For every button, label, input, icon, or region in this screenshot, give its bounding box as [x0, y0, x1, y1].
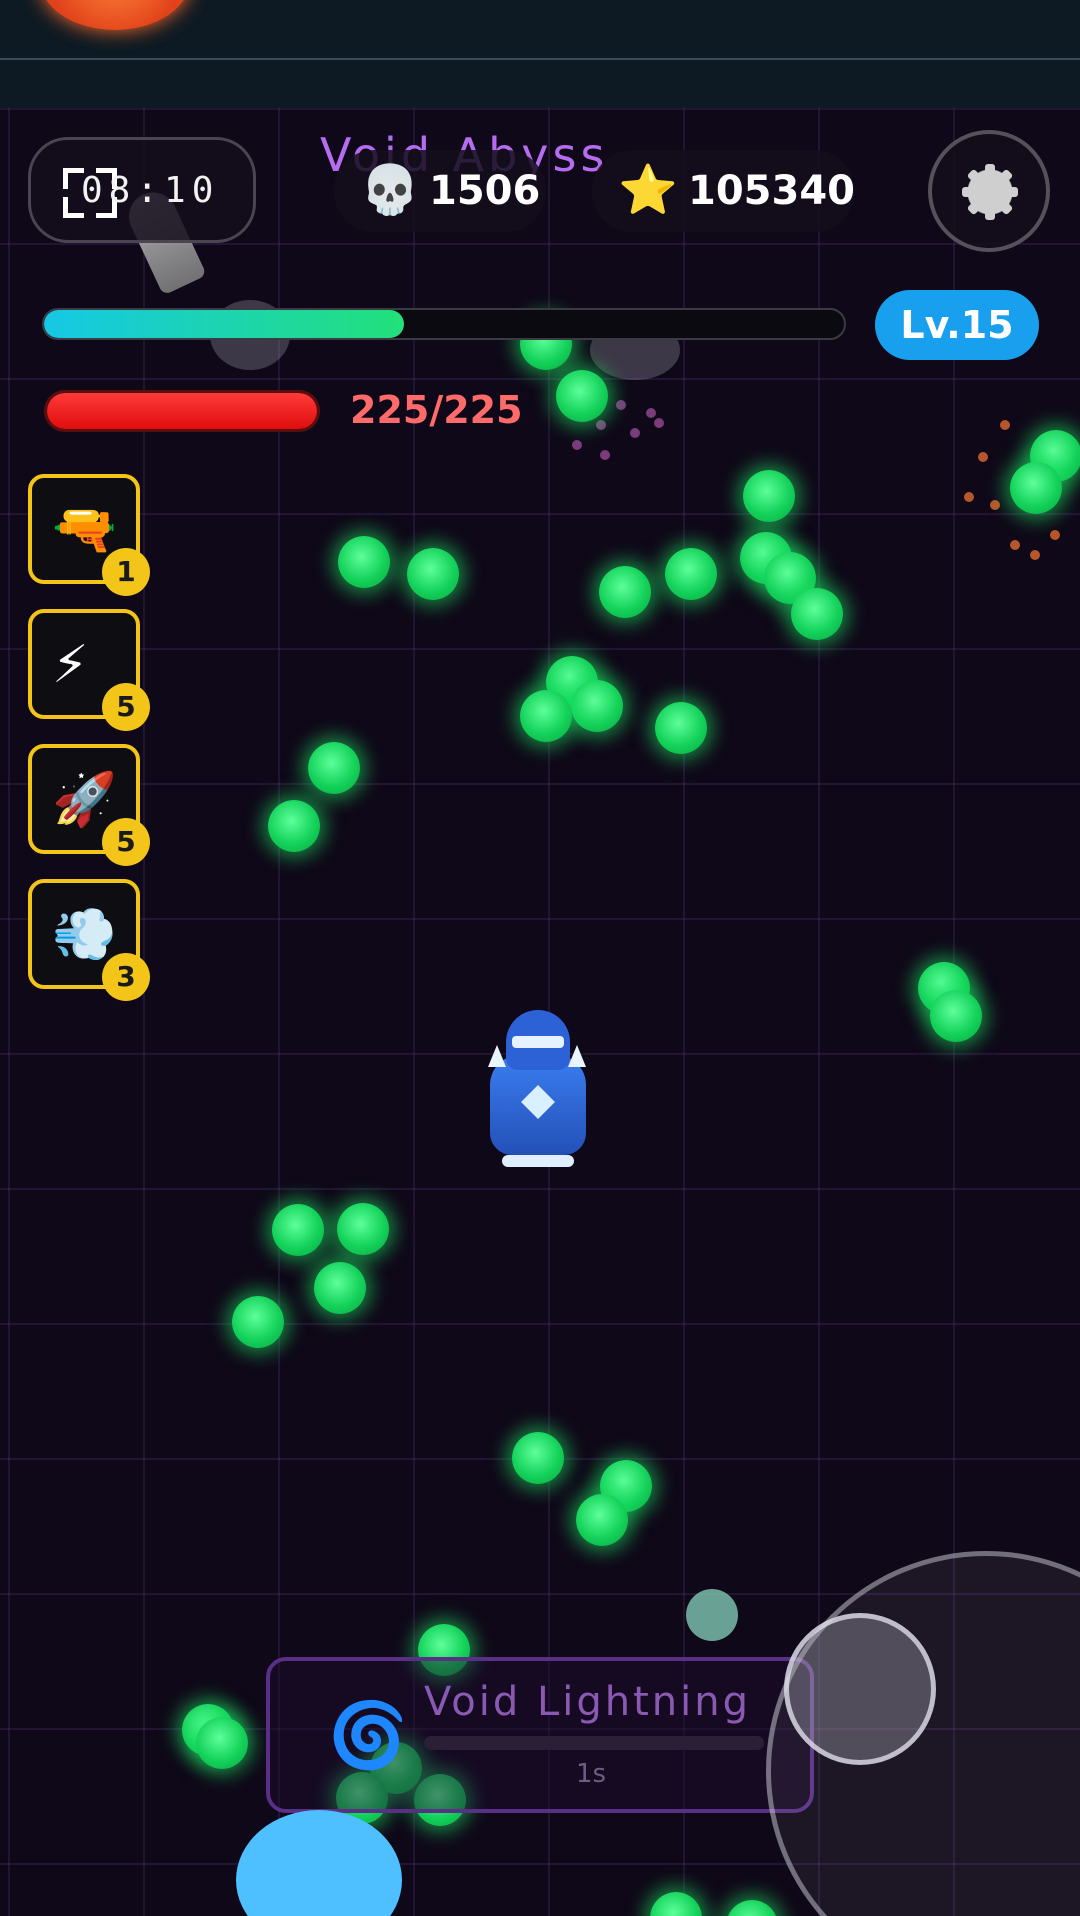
xp-orb [743, 470, 795, 522]
xp-orb [407, 548, 459, 600]
active-skill-title: Void Lightning [424, 1679, 751, 1725]
player-spike [488, 1045, 506, 1067]
particle [596, 420, 606, 430]
player-spike [568, 1045, 586, 1067]
xp-orb [520, 690, 572, 742]
xp-orb [338, 536, 390, 588]
hp-bar [44, 390, 320, 432]
water-gun-icon: 🔫 [52, 500, 117, 560]
xp-orb [272, 1204, 324, 1256]
particle [600, 450, 610, 460]
particle [1050, 530, 1060, 540]
xp-orb [571, 680, 623, 732]
xp-orb [599, 566, 651, 618]
particle [978, 452, 988, 462]
top-divider [0, 58, 1080, 60]
kill-counter: 💀 1506 [334, 150, 546, 232]
xp-orb [1010, 462, 1062, 514]
joystick-knob[interactable] [784, 1613, 936, 1765]
xp-orb [791, 588, 843, 640]
star-icon: ⭐ [618, 162, 678, 218]
xp-orb [308, 742, 360, 794]
xp-orb [512, 1432, 564, 1484]
rocket-icon: 🚀 [52, 770, 117, 830]
xp-orb [337, 1203, 389, 1255]
skill-level-badge: 1 [102, 548, 150, 596]
star-counter: ⭐ 105340 [592, 150, 855, 232]
cloud-icon: 💨 [52, 905, 117, 965]
skull-icon: 💀 [360, 162, 420, 218]
skill-level-badge: 5 [102, 818, 150, 866]
skill-level-badge: 5 [102, 683, 150, 731]
top-strip [0, 0, 1080, 108]
skill-slot-water-gun[interactable]: 🔫 1 [28, 474, 150, 596]
cooldown-text: 1s [576, 1759, 607, 1789]
player-character [476, 1010, 600, 1170]
timer-text: 08:10 [81, 170, 220, 211]
star-count: 105340 [688, 168, 855, 214]
player-visor [512, 1036, 564, 1048]
xp-orb [314, 1262, 366, 1314]
particle [1010, 540, 1020, 550]
xp-orb [196, 1717, 248, 1769]
sun-planet [40, 0, 190, 30]
gear-icon [962, 164, 1018, 220]
xp-orb [655, 702, 707, 754]
xp-bar [42, 308, 846, 340]
hp-text: 225/225 [350, 388, 523, 432]
cooldown-bar [424, 1736, 764, 1750]
particle [990, 500, 1000, 510]
particle [1000, 420, 1010, 430]
game-stage[interactable]: 08:10 Void Abyss 💀 1506 ⭐ 105340 Lv.15 2… [0, 0, 1080, 1916]
xp-orb [232, 1296, 284, 1348]
spiral-icon: 🌀 [328, 1699, 408, 1773]
skill-slot-rocket[interactable]: 🚀 5 [28, 744, 150, 866]
particle [630, 428, 640, 438]
xp-orb [665, 548, 717, 600]
particle [646, 408, 656, 418]
settings-button[interactable] [928, 130, 1050, 252]
particle [616, 400, 626, 410]
xp-orb [930, 990, 982, 1042]
xp-orb [556, 370, 608, 422]
xp-orb [576, 1494, 628, 1546]
lightning-icon: ⚡ [52, 635, 89, 695]
hp-bar-fill [47, 393, 317, 429]
particle [572, 440, 582, 450]
kill-count: 1506 [429, 168, 541, 214]
particle [964, 492, 974, 502]
active-skill-card: 🌀 Void Lightning 1s [266, 1657, 814, 1813]
skill-level-badge: 3 [102, 953, 150, 1001]
player-feet [502, 1155, 574, 1167]
particle [654, 418, 664, 428]
skill-slot-lightning[interactable]: ⚡ 5 [28, 609, 150, 731]
level-badge: Lv.15 [875, 290, 1039, 360]
timer-pill: 08:10 [28, 137, 256, 243]
skill-slot-dash-cloud[interactable]: 💨 3 [28, 879, 150, 1001]
xp-bar-fill [44, 310, 404, 338]
xp-orb [268, 800, 320, 852]
teal-gem [686, 1589, 738, 1641]
particle [1030, 550, 1040, 560]
